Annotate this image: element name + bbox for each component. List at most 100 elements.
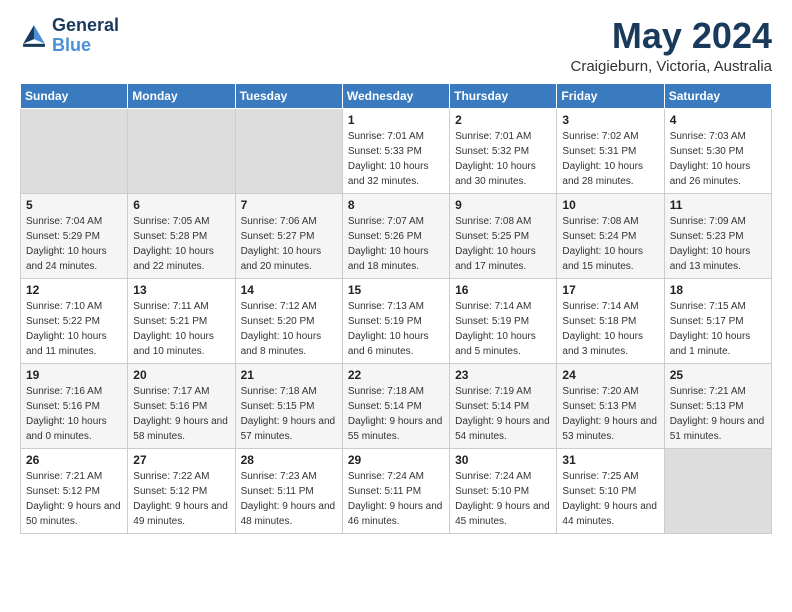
day-info-25: Sunrise: 7:21 AMSunset: 5:13 PMDaylight:…: [670, 384, 766, 444]
calendar-cell-w1-d5: 2Sunrise: 7:01 AMSunset: 5:32 PMDaylight…: [450, 108, 557, 193]
logo-line1: General: [52, 16, 119, 36]
calendar-cell-w1-d2: [128, 108, 235, 193]
day-number-11: 11: [670, 198, 766, 212]
weekday-header-wednesday: Wednesday: [342, 83, 449, 108]
day-info-16: Sunrise: 7:14 AMSunset: 5:19 PMDaylight:…: [455, 299, 551, 359]
weekday-header-friday: Friday: [557, 83, 664, 108]
day-number-24: 24: [562, 368, 658, 382]
day-number-23: 23: [455, 368, 551, 382]
day-number-10: 10: [562, 198, 658, 212]
month-title: May 2024: [571, 16, 773, 56]
calendar-cell-w1-d7: 4Sunrise: 7:03 AMSunset: 5:30 PMDaylight…: [664, 108, 771, 193]
weekday-header-saturday: Saturday: [664, 83, 771, 108]
calendar-cell-w2-d5: 9Sunrise: 7:08 AMSunset: 5:25 PMDaylight…: [450, 193, 557, 278]
day-number-7: 7: [241, 198, 337, 212]
calendar-cell-w3-d1: 12Sunrise: 7:10 AMSunset: 5:22 PMDayligh…: [21, 278, 128, 363]
calendar-cell-w5-d2: 27 Sunrise: 7:22 AMSunset: 5:12 PMDayligh…: [128, 448, 235, 533]
weekday-header-thursday: Thursday: [450, 83, 557, 108]
calendar-cell-w3-d5: 16 Sunrise: 7:14 AMSunset: 5:19 PMDayligh…: [450, 278, 557, 363]
day-number-13: 13: [133, 283, 229, 297]
day-info-22: Sunrise: 7:18 AMSunset: 5:14 PMDaylight:…: [348, 384, 444, 444]
day-info-14: Sunrise: 7:12 AMSunset: 5:20 PMDaylight:…: [241, 299, 337, 359]
calendar-cell-w1-d3: [235, 108, 342, 193]
day-number-1: 1: [348, 113, 444, 127]
day-number-15: 15: [348, 283, 444, 297]
day-info-29: Sunrise: 7:24 AMSunset: 5:11 PMDaylight:…: [348, 469, 444, 529]
day-info-26: Sunrise: 7:21 AMSunset: 5:12 PMDaylight:…: [26, 469, 122, 529]
calendar: SundayMondayTuesdayWednesdayThursdayFrid…: [20, 83, 772, 534]
day-info-23: Sunrise: 7:19 AMSunset: 5:14 PMDaylight:…: [455, 384, 551, 444]
day-info-21: Sunrise: 7:18 AMSunset: 5:15 PMDaylight:…: [241, 384, 337, 444]
calendar-cell-w4-d6: 24 Sunrise: 7:20 AMSunset: 5:13 PMDayligh…: [557, 363, 664, 448]
day-info-11: Sunrise: 7:09 AMSunset: 5:23 PMDaylight:…: [670, 214, 766, 274]
calendar-week-2: 5 Sunrise: 7:04 AMSunset: 5:29 PMDaylight…: [21, 193, 772, 278]
calendar-cell-w3-d7: 18 Sunrise: 7:15 AMSunset: 5:17 PMDayligh…: [664, 278, 771, 363]
calendar-cell-w3-d6: 17Sunrise: 7:14 AMSunset: 5:18 PMDayligh…: [557, 278, 664, 363]
calendar-cell-w5-d1: 26 Sunrise: 7:21 AMSunset: 5:12 PMDayligh…: [21, 448, 128, 533]
day-number-17: 17: [562, 283, 658, 297]
logo-icon: [20, 22, 48, 50]
calendar-cell-w2-d6: 10 Sunrise: 7:08 AMSunset: 5:24 PMDayligh…: [557, 193, 664, 278]
day-info-18: Sunrise: 7:15 AMSunset: 5:17 PMDaylight:…: [670, 299, 766, 359]
day-number-20: 20: [133, 368, 229, 382]
day-number-2: 2: [455, 113, 551, 127]
day-number-16: 16: [455, 283, 551, 297]
day-info-31: Sunrise: 7:25 AMSunset: 5:10 PMDaylight:…: [562, 469, 658, 529]
day-info-1: Sunrise: 7:01 AMSunset: 5:33 PMDaylight:…: [348, 129, 444, 189]
day-info-28: Sunrise: 7:23 AMSunset: 5:11 PMDaylight:…: [241, 469, 337, 529]
calendar-cell-w5-d6: 31 Sunrise: 7:25 AMSunset: 5:10 PMDayligh…: [557, 448, 664, 533]
calendar-cell-w2-d1: 5 Sunrise: 7:04 AMSunset: 5:29 PMDaylight…: [21, 193, 128, 278]
calendar-cell-w4-d4: 22 Sunrise: 7:18 AMSunset: 5:14 PMDayligh…: [342, 363, 449, 448]
day-number-19: 19: [26, 368, 122, 382]
calendar-cell-w2-d4: 8 Sunrise: 7:07 AMSunset: 5:26 PMDaylight…: [342, 193, 449, 278]
day-info-7: Sunrise: 7:06 AMSunset: 5:27 PMDaylight:…: [241, 214, 337, 274]
day-info-5: Sunrise: 7:04 AMSunset: 5:29 PMDaylight:…: [26, 214, 122, 274]
day-number-3: 3: [562, 113, 658, 127]
day-number-22: 22: [348, 368, 444, 382]
day-number-26: 26: [26, 453, 122, 467]
day-number-4: 4: [670, 113, 766, 127]
day-number-8: 8: [348, 198, 444, 212]
day-number-25: 25: [670, 368, 766, 382]
calendar-cell-w5-d7: [664, 448, 771, 533]
calendar-cell-w4-d1: 19Sunrise: 7:16 AMSunset: 5:16 PMDayligh…: [21, 363, 128, 448]
location: Craigieburn, Victoria, Australia: [571, 58, 773, 75]
day-number-5: 5: [26, 198, 122, 212]
day-info-6: Sunrise: 7:05 AMSunset: 5:28 PMDaylight:…: [133, 214, 229, 274]
day-info-8: Sunrise: 7:07 AMSunset: 5:26 PMDaylight:…: [348, 214, 444, 274]
calendar-cell-w5-d3: 28 Sunrise: 7:23 AMSunset: 5:11 PMDayligh…: [235, 448, 342, 533]
day-info-9: Sunrise: 7:08 AMSunset: 5:25 PMDaylight:…: [455, 214, 551, 274]
header: General Blue May 2024 Craigieburn, Victo…: [20, 16, 772, 75]
day-info-13: Sunrise: 7:11 AMSunset: 5:21 PMDaylight:…: [133, 299, 229, 359]
day-info-30: Sunrise: 7:24 AMSunset: 5:10 PMDaylight:…: [455, 469, 551, 529]
day-number-6: 6: [133, 198, 229, 212]
day-info-10: Sunrise: 7:08 AMSunset: 5:24 PMDaylight:…: [562, 214, 658, 274]
calendar-cell-w5-d5: 30 Sunrise: 7:24 AMSunset: 5:10 PMDayligh…: [450, 448, 557, 533]
calendar-cell-w4-d3: 21 Sunrise: 7:18 AMSunset: 5:15 PMDayligh…: [235, 363, 342, 448]
day-info-24: Sunrise: 7:20 AMSunset: 5:13 PMDaylight:…: [562, 384, 658, 444]
day-number-29: 29: [348, 453, 444, 467]
weekday-header-row: SundayMondayTuesdayWednesdayThursdayFrid…: [21, 83, 772, 108]
day-number-18: 18: [670, 283, 766, 297]
title-block: May 2024 Craigieburn, Victoria, Australi…: [571, 16, 773, 75]
day-info-27: Sunrise: 7:22 AMSunset: 5:12 PMDaylight:…: [133, 469, 229, 529]
day-info-20: Sunrise: 7:17 AMSunset: 5:16 PMDaylight:…: [133, 384, 229, 444]
day-number-30: 30: [455, 453, 551, 467]
calendar-cell-w2-d3: 7 Sunrise: 7:06 AMSunset: 5:27 PMDaylight…: [235, 193, 342, 278]
weekday-header-tuesday: Tuesday: [235, 83, 342, 108]
day-number-28: 28: [241, 453, 337, 467]
day-number-12: 12: [26, 283, 122, 297]
calendar-cell-w3-d4: 15Sunrise: 7:13 AMSunset: 5:19 PMDayligh…: [342, 278, 449, 363]
calendar-cell-w3-d3: 14 Sunrise: 7:12 AMSunset: 5:20 PMDayligh…: [235, 278, 342, 363]
calendar-cell-w4-d5: 23 Sunrise: 7:19 AMSunset: 5:14 PMDayligh…: [450, 363, 557, 448]
calendar-cell-w1-d4: 1 Sunrise: 7:01 AMSunset: 5:33 PMDaylight…: [342, 108, 449, 193]
logo: General Blue: [20, 16, 119, 56]
day-number-21: 21: [241, 368, 337, 382]
calendar-cell-w5-d4: 29 Sunrise: 7:24 AMSunset: 5:11 PMDayligh…: [342, 448, 449, 533]
day-number-27: 27: [133, 453, 229, 467]
calendar-cell-w1-d1: [21, 108, 128, 193]
calendar-cell-w2-d2: 6 Sunrise: 7:05 AMSunset: 5:28 PMDaylight…: [128, 193, 235, 278]
day-number-14: 14: [241, 283, 337, 297]
calendar-week-3: 12Sunrise: 7:10 AMSunset: 5:22 PMDayligh…: [21, 278, 772, 363]
day-number-31: 31: [562, 453, 658, 467]
